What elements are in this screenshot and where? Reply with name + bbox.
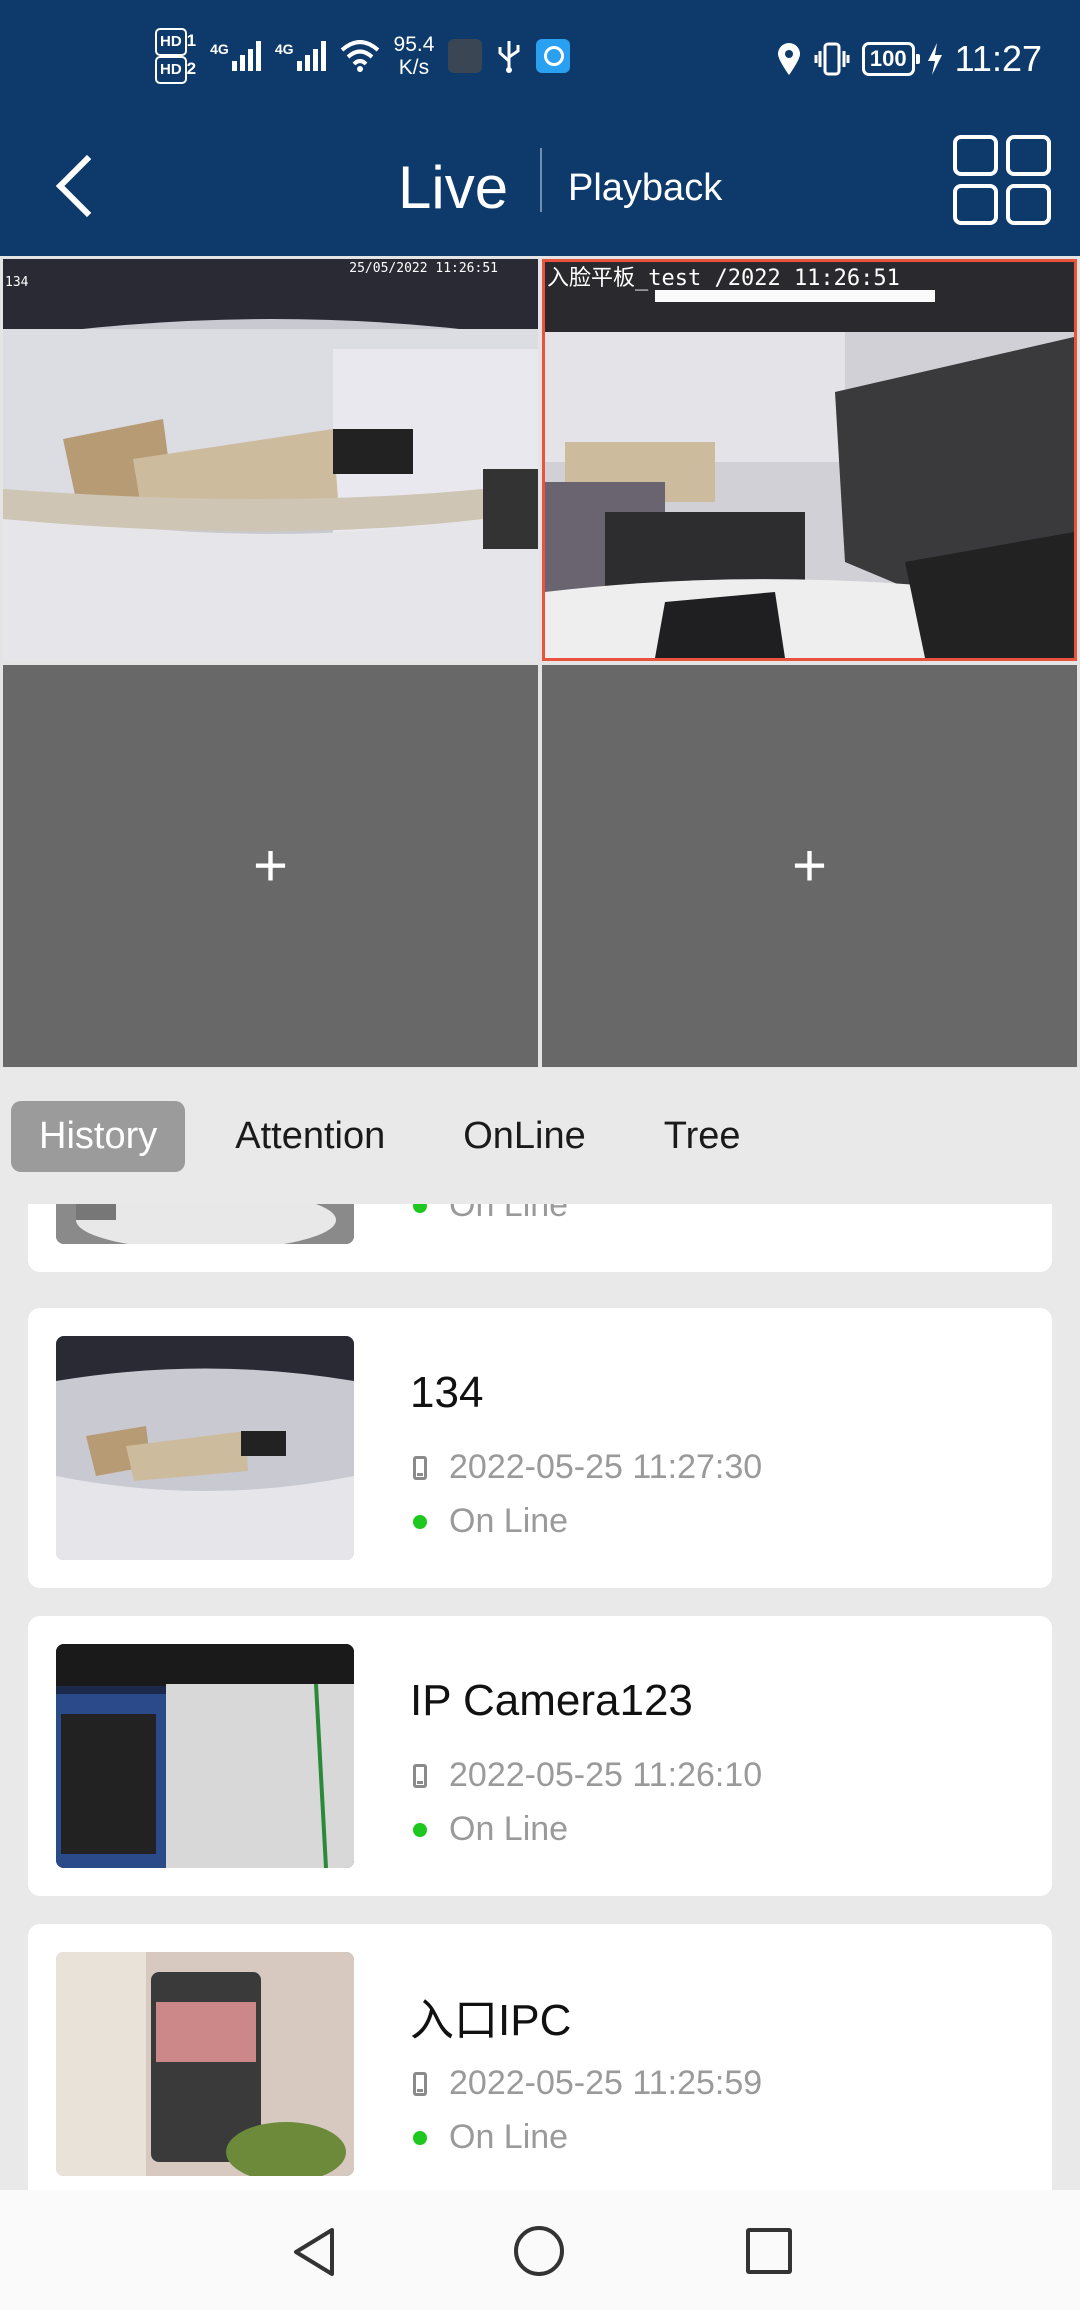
list-item[interactable]: IP Camera123 2022-05-25 11:26:10 On Line xyxy=(28,1616,1052,1896)
device-name: 入口IPC xyxy=(410,1996,572,2045)
device-name: 134 xyxy=(410,1368,484,1417)
video-tile-2-selected[interactable]: 入脸平板_test /2022 11:26:51 xyxy=(542,259,1077,661)
tab-playback[interactable]: Playback xyxy=(568,158,722,218)
online-dot-icon xyxy=(413,2130,427,2145)
tab-history[interactable]: History xyxy=(11,1100,186,1172)
feed-corner-label: 134 xyxy=(5,275,29,290)
device-list[interactable]: On Line 134 2022-05-25 11:27:30 On Line xyxy=(0,1204,1080,2190)
tab-tree[interactable]: Tree xyxy=(636,1101,769,1172)
grid-cell-icon xyxy=(953,184,998,225)
clock: 11:27 xyxy=(954,38,1042,79)
battery-icon: 100 xyxy=(861,42,920,76)
speed-value: 95.4 xyxy=(393,33,435,56)
charging-icon xyxy=(927,43,942,75)
hd1-num: 1 xyxy=(186,31,197,50)
grid-cell-icon xyxy=(1006,135,1051,176)
online-dot-icon xyxy=(413,1514,427,1529)
usb-icon xyxy=(498,41,520,73)
status-text: On Line xyxy=(449,2118,569,2156)
grid-layout-button[interactable] xyxy=(953,135,1051,225)
device-time: 2022-05-25 11:27:30 xyxy=(413,1448,762,1487)
empty-tile-4[interactable]: + xyxy=(542,665,1077,1067)
tab-attention[interactable]: Attention xyxy=(207,1101,413,1172)
grid-cell-icon xyxy=(953,135,998,176)
device-thumbnail xyxy=(56,1336,354,1560)
time-text: 2022-05-25 11:26:10 xyxy=(449,1756,763,1794)
time-text: 2022-05-25 11:27:30 xyxy=(449,1448,763,1486)
nav-back-icon[interactable] xyxy=(290,2226,338,2278)
speed-unit: K/s xyxy=(398,56,430,79)
device-tabs: History Attention OnLine Tree xyxy=(0,1068,1080,1204)
device-time: 2022-05-25 11:26:10 xyxy=(413,1756,762,1795)
search-app-icon xyxy=(536,39,571,73)
status-text: On Line xyxy=(449,1204,569,1224)
location-icon xyxy=(777,43,800,75)
device-thumbnail xyxy=(56,1204,354,1244)
network-speed: 95.4 K/s xyxy=(394,33,435,79)
device-icon xyxy=(413,1763,427,1788)
nav-recents-icon[interactable] xyxy=(746,2228,792,2274)
list-item[interactable]: 134 2022-05-25 11:27:30 On Line xyxy=(28,1308,1052,1588)
online-dot-icon xyxy=(413,1204,427,1213)
nav-home-icon[interactable] xyxy=(514,2226,564,2276)
hd2-badge: HD xyxy=(155,56,187,84)
hd-indicator: HD 1 HD 2 xyxy=(155,28,196,84)
list-item[interactable]: On Line xyxy=(28,1204,1052,1272)
status-text: On Line xyxy=(449,1810,569,1848)
hd2-num: 2 xyxy=(186,59,197,78)
hd1-badge: HD xyxy=(155,28,187,56)
camera-feed-image xyxy=(545,262,1074,658)
status-left: HD 1 HD 2 4G 4G 95.4 K/s xyxy=(155,28,571,84)
tab-online[interactable]: OnLine xyxy=(435,1101,614,1172)
feed-timestamp: 25/05/2022 11:26:51 xyxy=(349,261,498,276)
title-divider xyxy=(540,148,542,212)
net1-label: 4G xyxy=(210,41,229,57)
time-text: 2022-05-25 11:25:59 xyxy=(449,2064,763,2102)
vibrate-icon xyxy=(814,42,850,76)
device-icon xyxy=(413,1455,427,1480)
add-camera-icon: + xyxy=(791,832,828,899)
device-thumbnail xyxy=(56,1644,354,1868)
feed-timestamp: 入脸平板_test /2022 11:26:51 xyxy=(547,266,900,291)
cell-signal-icon: 4G xyxy=(210,41,261,71)
net2-label: 4G xyxy=(274,41,294,57)
back-button[interactable] xyxy=(50,146,110,226)
device-status: On Line xyxy=(413,1502,568,1541)
device-name: IP Camera123 xyxy=(410,1676,693,1725)
device-status: On Line xyxy=(413,1204,568,1225)
list-item[interactable]: 入口IPC 2022-05-25 11:25:59 On Line xyxy=(28,1924,1052,2190)
system-nav-bar xyxy=(0,2190,1080,2310)
device-thumbnail xyxy=(56,1952,354,2176)
status-text: On Line xyxy=(449,1502,569,1540)
video-tile-1[interactable]: 25/05/2022 11:26:51 134 xyxy=(3,259,538,661)
app-header: Live Playback xyxy=(0,120,1080,256)
device-status: On Line xyxy=(413,2118,568,2157)
status-right: 100 11:27 xyxy=(776,38,1042,80)
camera-feed-image xyxy=(3,259,538,661)
cell-signal-2-icon: 4G xyxy=(275,41,326,71)
online-dot-icon xyxy=(413,1822,427,1837)
tab-live[interactable]: Live xyxy=(398,148,508,228)
device-time: 2022-05-25 11:25:59 xyxy=(413,2064,762,2103)
camera-app-icon xyxy=(448,39,483,73)
device-status: On Line xyxy=(413,1810,568,1849)
device-icon xyxy=(413,2071,427,2096)
add-camera-icon: + xyxy=(252,832,289,899)
grid-cell-icon xyxy=(1006,184,1051,225)
status-bar: HD 1 HD 2 4G 4G 95.4 K/s 100 11:27 xyxy=(0,0,1080,120)
video-grid: 25/05/2022 11:26:51 134 入脸平板_test /2022 … xyxy=(0,256,1080,1068)
empty-tile-3[interactable]: + xyxy=(3,665,538,1067)
wifi-icon xyxy=(340,40,379,72)
